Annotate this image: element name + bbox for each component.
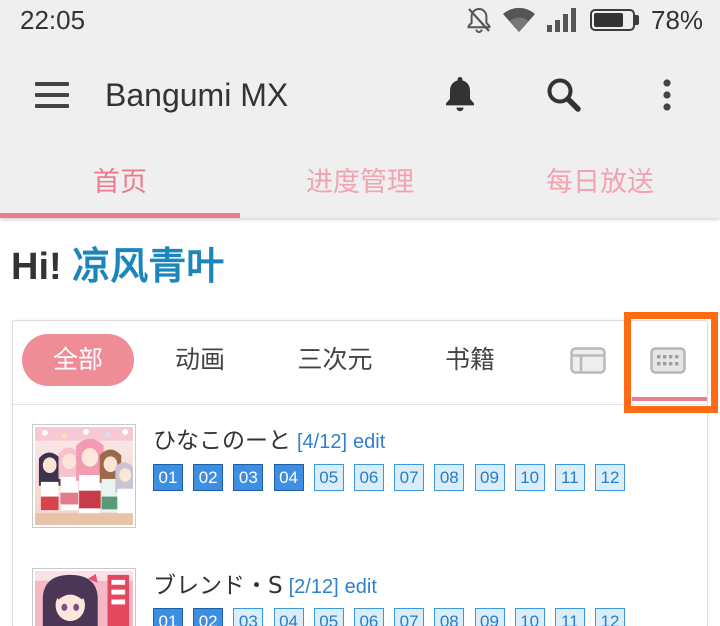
tab-indicator bbox=[0, 213, 240, 218]
episode-button[interactable]: 08 bbox=[434, 608, 465, 626]
signal-icon bbox=[546, 8, 576, 32]
status-bar: 22:05 78% bbox=[0, 0, 720, 40]
main-tabs: 首页 进度管理 每日放送 bbox=[0, 150, 720, 218]
progress-count: [4/12] bbox=[297, 431, 348, 453]
filter-anime[interactable]: 动画 bbox=[150, 334, 250, 386]
battery-icon bbox=[590, 9, 642, 31]
episode-button[interactable]: 01 bbox=[153, 464, 183, 491]
subject-header: ひなこのーと [4/12] edit bbox=[153, 427, 385, 455]
more-vert-icon[interactable] bbox=[645, 73, 689, 117]
episode-button[interactable]: 10 bbox=[514, 464, 545, 491]
episode-button[interactable]: 07 bbox=[394, 608, 425, 626]
username[interactable]: 凉风青叶 bbox=[72, 244, 224, 288]
search-icon[interactable] bbox=[541, 73, 585, 117]
progress-count: [2/12] bbox=[288, 576, 339, 598]
episode-button[interactable]: 09 bbox=[474, 608, 505, 626]
cover-image[interactable] bbox=[32, 568, 136, 626]
wifi-icon bbox=[502, 7, 536, 33]
episode-button[interactable]: 05 bbox=[313, 464, 344, 491]
episode-button[interactable]: 11 bbox=[554, 464, 585, 491]
app-screen: 22:05 78% Bangumi MX 首页 进度管理 每日放送 Hi! 凉风… bbox=[0, 0, 720, 626]
episode-button[interactable]: 11 bbox=[554, 608, 585, 626]
episode-button[interactable]: 07 bbox=[394, 464, 425, 491]
subject-title[interactable]: ひなこのーと bbox=[153, 427, 291, 455]
episode-button[interactable]: 04 bbox=[273, 464, 304, 491]
tab-schedule[interactable]: 每日放送 bbox=[480, 150, 720, 218]
filter-real[interactable]: 三次元 bbox=[280, 334, 390, 386]
episode-button[interactable]: 02 bbox=[193, 608, 224, 626]
notifications-icon[interactable] bbox=[438, 73, 482, 117]
subject-header: ブレンド・S [2/12] edit bbox=[153, 572, 377, 600]
episode-button[interactable]: 08 bbox=[434, 464, 465, 491]
episode-button[interactable]: 03 bbox=[233, 608, 264, 626]
tab-progress[interactable]: 进度管理 bbox=[240, 150, 480, 218]
episode-button[interactable]: 02 bbox=[193, 464, 224, 491]
edit-link[interactable]: edit bbox=[353, 428, 385, 456]
battery-level bbox=[594, 13, 623, 27]
subject-title[interactable]: ブレンド・S bbox=[153, 572, 283, 600]
episode-button[interactable]: 04 bbox=[273, 608, 304, 626]
status-time: 22:05 bbox=[20, 5, 86, 35]
episode-button[interactable]: 09 bbox=[474, 464, 505, 491]
episode-button[interactable]: 10 bbox=[514, 608, 545, 626]
collection-card: 全部 动画 三次元 书籍 ひなこのーと [4/12] edit 01 02 03… bbox=[12, 320, 708, 626]
app-bar: Bangumi MX bbox=[0, 40, 720, 150]
cover-image[interactable] bbox=[32, 424, 136, 528]
filter-all[interactable]: 全部 bbox=[22, 334, 134, 386]
list-view-icon[interactable] bbox=[570, 347, 606, 374]
greeting-prefix: Hi! bbox=[11, 246, 62, 288]
episode-button[interactable]: 12 bbox=[595, 608, 626, 626]
episode-list: 01 02 03 04 05 06 07 08 09 10 11 12 bbox=[153, 464, 626, 491]
subject-item: ブレンド・S [2/12] edit 01 02 03 04 05 06 07 08 09 10 1… bbox=[13, 548, 707, 626]
battery-percent: 78% bbox=[651, 5, 704, 35]
episode-list: 01 02 03 04 05 06 07 08 09 10 11 12 bbox=[153, 608, 626, 626]
app-title: Bangumi MX bbox=[105, 77, 289, 113]
episode-button[interactable]: 05 bbox=[313, 608, 344, 626]
episode-button[interactable]: 06 bbox=[353, 464, 384, 491]
tab-home[interactable]: 首页 bbox=[0, 150, 240, 218]
episode-button[interactable]: 01 bbox=[153, 608, 183, 626]
mute-icon bbox=[466, 6, 492, 34]
episode-button[interactable]: 12 bbox=[595, 464, 626, 491]
highlight-box bbox=[624, 312, 718, 413]
episode-button[interactable]: 06 bbox=[353, 608, 384, 626]
episode-button[interactable]: 03 bbox=[233, 464, 264, 491]
subject-item: ひなこのーと [4/12] edit 01 02 03 04 05 06 07 08 09 10 1… bbox=[13, 405, 707, 548]
menu-icon[interactable] bbox=[30, 73, 74, 117]
greeting: Hi! 凉风青叶 bbox=[11, 243, 224, 289]
filter-books[interactable]: 书籍 bbox=[420, 334, 520, 386]
edit-link[interactable]: edit bbox=[345, 573, 377, 601]
